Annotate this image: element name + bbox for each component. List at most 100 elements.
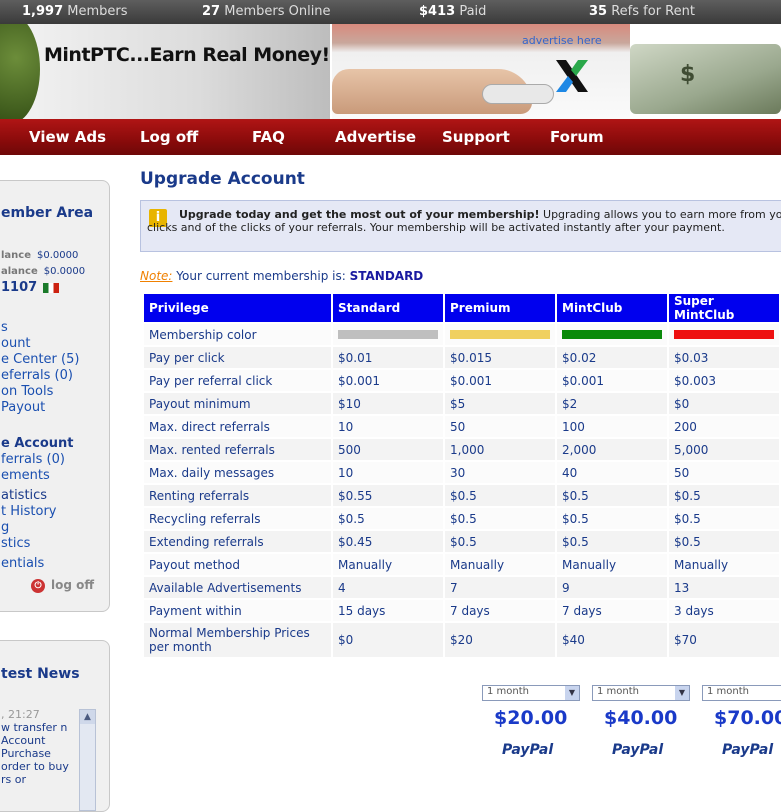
- privilege-name: Max. daily messages: [144, 462, 331, 483]
- nav-view-ads[interactable]: View Ads: [29, 128, 106, 146]
- color-bar-standard: [338, 330, 438, 339]
- sidebar-link-label: e Center: [1, 352, 57, 367]
- privilege-value: 10: [333, 416, 443, 437]
- sidebar-link-statistics[interactable]: atistics: [1, 488, 47, 503]
- balance-value: $0.0000: [43, 266, 86, 277]
- logo-area[interactable]: MintPTC...Earn Real Money!: [0, 24, 330, 119]
- privilege-value: $40: [557, 623, 667, 657]
- sidebar-link-label: s: [1, 320, 8, 335]
- sidebar-link[interactable]: ferrals (0): [1, 452, 65, 467]
- sidebar-link-label: entials: [1, 556, 45, 571]
- duration-select[interactable]: 1 month▼: [702, 685, 781, 701]
- sidebar-link[interactable]: on Tools: [1, 384, 53, 399]
- online-count: 27: [202, 4, 221, 19]
- advertise-here-link[interactable]: advertise here: [522, 34, 602, 47]
- paypal-button[interactable]: PayPal: [722, 742, 773, 758]
- sidebar-link-label: g: [1, 520, 10, 535]
- plan-price: $70.00: [714, 707, 781, 729]
- plan-price: $20.00: [494, 707, 568, 729]
- table-row: Max. rented referrals 500 1,000 2,000 5,000: [144, 439, 779, 460]
- sidebar-link[interactable]: ount: [1, 336, 31, 351]
- chevron-down-icon: ▼: [675, 686, 689, 700]
- site-logo[interactable]: MintPTC...Earn Real Money!: [44, 44, 330, 66]
- plan-super-mintclub: 1 month▼ $70.00 PayPal: [702, 685, 781, 758]
- sidebar-link[interactable]: stics: [1, 536, 30, 551]
- user-id-value: 1107: [1, 280, 38, 295]
- privilege-name: Pay per click: [144, 347, 331, 368]
- logoff-button[interactable]: ⏻ log off: [31, 578, 94, 593]
- upgrade-notice: i Upgrade today and get the most out of …: [140, 200, 781, 252]
- privilege-name: Renting referrals: [144, 485, 331, 506]
- ad-banner[interactable]: advertise here: [332, 24, 630, 119]
- sidebar-link[interactable]: g: [1, 520, 9, 535]
- stat-paid: $413 Paid: [419, 4, 486, 19]
- privilege-value: $10: [333, 393, 443, 414]
- sidebar-link-upgrade-account[interactable]: e Account: [1, 436, 73, 451]
- sidebar-link[interactable]: entials: [1, 556, 44, 571]
- privilege-value: 30: [445, 462, 555, 483]
- privilege-value: $0.5: [557, 531, 667, 552]
- count-badge: (0): [54, 368, 73, 383]
- paypal-button[interactable]: PayPal: [502, 742, 553, 758]
- privilege-value: $0.5: [557, 485, 667, 506]
- privilege-name: Payout minimum: [144, 393, 331, 414]
- privilege-value: 4: [333, 577, 443, 598]
- privilege-value: $0.01: [333, 347, 443, 368]
- page-title: Upgrade Account: [140, 169, 305, 189]
- color-cell: [669, 324, 779, 345]
- notice-bold-text: Upgrade today and get the most out of yo…: [179, 208, 540, 221]
- stat-online: 27 Members Online: [202, 4, 331, 19]
- privilege-value: 50: [669, 462, 779, 483]
- sidebar-link[interactable]: s: [1, 320, 8, 335]
- leaf-graphic: [0, 24, 40, 119]
- privilege-value: Manually: [557, 554, 667, 575]
- paypal-button[interactable]: PayPal: [612, 742, 663, 758]
- nav-forum[interactable]: Forum: [550, 128, 604, 146]
- sidebar-link[interactable]: t History: [1, 504, 56, 519]
- duration-select[interactable]: 1 month▼: [592, 685, 690, 701]
- privilege-value: $0.001: [557, 370, 667, 391]
- col-header-premium: Premium: [445, 294, 555, 322]
- news-scrollbar[interactable]: ▲: [79, 709, 96, 811]
- header-banner: MintPTC...Earn Real Money! advertise her…: [0, 24, 781, 119]
- plan-mintclub: 1 month ▼ $40.00 PayPal: [592, 685, 692, 758]
- table-row: Max. direct referrals 10 50 100 200: [144, 416, 779, 437]
- sidebar-link[interactable]: eferrals (0): [1, 368, 73, 383]
- privilege-value: $0.003: [669, 370, 779, 391]
- members-label: Members: [67, 4, 128, 19]
- sidebar-link[interactable]: ements: [1, 468, 50, 483]
- privilege-value: $0.5: [445, 508, 555, 529]
- scroll-up-icon[interactable]: ▲: [80, 710, 95, 724]
- paid-amount: $413: [419, 4, 456, 19]
- sidebar-link[interactable]: Payout: [1, 400, 45, 415]
- privilege-value: 50: [445, 416, 555, 437]
- privilege-value: 100: [557, 416, 667, 437]
- news-text[interactable]: w transfer n Account Purchase order to b…: [1, 721, 76, 786]
- sidebar-link[interactable]: e Center (5): [1, 352, 79, 367]
- nav-log-off[interactable]: Log off: [140, 128, 198, 146]
- privilege-value: $0.015: [445, 347, 555, 368]
- sidebar-link-label: ements: [1, 468, 50, 483]
- member-sidebar: ember Area lance $0.0000 alance $0.0000 11…: [0, 180, 110, 612]
- balance-label: lance: [1, 250, 32, 261]
- duration-select[interactable]: 1 month▼: [482, 685, 580, 701]
- color-bar-super-mintclub: [674, 330, 774, 339]
- current-membership: Note: Your current membership is: STANDA…: [140, 269, 423, 283]
- stat-members: 1,997 Members: [22, 4, 128, 19]
- membership-text: Your current membership is:: [176, 269, 346, 283]
- privilege-name: Extending referrals: [144, 531, 331, 552]
- nav-advertise[interactable]: Advertise: [335, 128, 416, 146]
- nav-faq[interactable]: FAQ: [252, 128, 285, 146]
- membership-level: STANDARD: [349, 269, 424, 283]
- sidebar-link-label: Payout: [1, 400, 46, 415]
- privilege-value: $0.55: [333, 485, 443, 506]
- privilege-value: $0.02: [557, 347, 667, 368]
- nav-support[interactable]: Support: [442, 128, 510, 146]
- online-label: Members Online: [224, 4, 331, 19]
- color-cell: [445, 324, 555, 345]
- logoff-label: log off: [51, 578, 95, 592]
- col-header-mintclub: MintClub: [557, 294, 667, 322]
- note-label: Note:: [140, 269, 173, 283]
- plan-price: $40.00: [604, 707, 678, 729]
- sidebar-link-label: stics: [1, 536, 31, 551]
